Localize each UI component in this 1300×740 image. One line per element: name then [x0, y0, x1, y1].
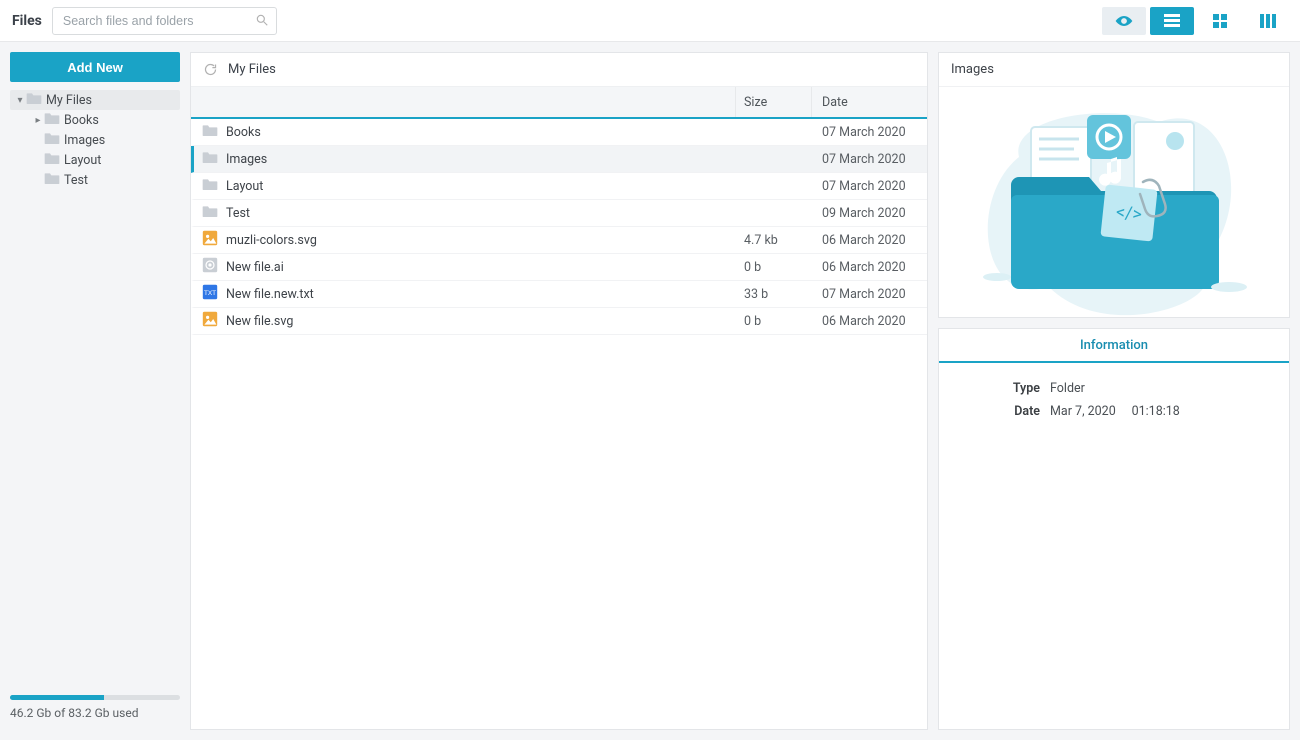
folder-icon: [44, 151, 64, 169]
folder-icon: [26, 91, 46, 109]
tree-item[interactable]: Test: [10, 170, 180, 190]
file-date: 07 March 2020: [812, 125, 927, 140]
table-row[interactable]: Test 09 March 2020: [191, 200, 927, 227]
folder-icon: [44, 171, 64, 189]
preview-title: Images: [939, 53, 1289, 87]
file-name: Books: [226, 125, 261, 140]
info-card: Information TypeFolderDateMar 7, 2020 01…: [938, 328, 1290, 730]
list-view-button[interactable]: [1150, 7, 1194, 35]
folder-icon: [202, 122, 226, 142]
folder-icon: [202, 203, 226, 223]
columns-icon: [1260, 14, 1276, 28]
file-icon: [202, 257, 226, 277]
folder-tree: ▾ My Files▸ Books Images Layout Test: [10, 90, 180, 695]
info-key: Date: [955, 404, 1050, 419]
folder-icon: [202, 149, 226, 169]
folder-illustration: </>: [979, 87, 1249, 317]
file-icon: TXT: [202, 284, 226, 304]
breadcrumb: My Files: [191, 53, 927, 87]
view-switcher: [1102, 7, 1290, 35]
file-date: 07 March 2020: [812, 287, 927, 302]
file-date: 07 March 2020: [812, 179, 927, 194]
file-name: New file.svg: [226, 314, 293, 329]
info-tab[interactable]: Information: [939, 329, 1289, 363]
table-row[interactable]: New file.svg 0 b06 March 2020: [191, 308, 927, 335]
info-value: Mar 7, 2020 01:18:18: [1050, 404, 1180, 419]
file-list-pane: My Files Size Date Books07 March 2020Ima…: [190, 52, 928, 730]
table-row[interactable]: TXT New file.new.txt 33 b07 March 2020: [191, 281, 927, 308]
preview-body: </>: [939, 87, 1289, 317]
column-header-name[interactable]: [191, 87, 736, 117]
search-field-wrap: [52, 7, 277, 35]
app-title: Files: [12, 13, 42, 29]
breadcrumb-text[interactable]: My Files: [228, 62, 276, 77]
file-name: Test: [226, 206, 250, 221]
file-date: 07 March 2020: [812, 152, 927, 167]
search-icon: [255, 13, 269, 27]
file-date: 06 March 2020: [812, 314, 927, 329]
tree-item-label: Test: [64, 173, 88, 188]
info-row: TypeFolder: [955, 381, 1273, 396]
table-row[interactable]: New file.ai 0 b06 March 2020: [191, 254, 927, 281]
file-size: 0 b: [736, 260, 812, 275]
table-row[interactable]: muzli-colors.svg 4.7 kb06 March 2020: [191, 227, 927, 254]
refresh-icon[interactable]: [203, 62, 218, 77]
column-header-date[interactable]: Date: [812, 87, 927, 117]
search-input[interactable]: [52, 7, 277, 35]
svg-text:TXT: TXT: [204, 290, 216, 297]
tree-item[interactable]: Images: [10, 130, 180, 150]
add-new-button[interactable]: Add New: [10, 52, 180, 82]
table-header: Size Date: [191, 87, 927, 119]
file-size: 4.7 kb: [736, 233, 812, 248]
grid-view-button[interactable]: [1198, 7, 1242, 35]
table-body: Books07 March 2020Images07 March 2020Lay…: [191, 119, 927, 335]
folder-icon: [44, 131, 64, 149]
toggle-preview-button[interactable]: [1102, 7, 1146, 35]
file-date: 09 March 2020: [812, 206, 927, 221]
details-pane: Images: [938, 52, 1290, 730]
file-name: Layout: [226, 179, 263, 194]
tree-item-label: My Files: [46, 93, 92, 108]
file-name: New file.new.txt: [226, 287, 314, 302]
info-row: DateMar 7, 2020 01:18:18: [955, 404, 1273, 419]
table-row[interactable]: Books 07 March 2020: [191, 119, 927, 146]
topbar: Files: [0, 0, 1300, 42]
tree-item[interactable]: Layout: [10, 150, 180, 170]
file-icon: [202, 311, 226, 331]
file-name: Images: [226, 152, 267, 167]
info-value: Folder: [1050, 381, 1085, 396]
file-size: 0 b: [736, 314, 812, 329]
file-name: muzli-colors.svg: [226, 233, 317, 248]
file-date: 06 March 2020: [812, 260, 927, 275]
list-icon: [1164, 14, 1180, 28]
sidebar: Add New ▾My Files▸BooksImagesLayoutTest …: [10, 52, 180, 730]
table-row[interactable]: Layout 07 March 2020: [191, 173, 927, 200]
column-header-size[interactable]: Size: [736, 87, 812, 117]
eye-icon: [1114, 15, 1134, 27]
tree-item[interactable]: ▾ My Files: [10, 90, 180, 110]
storage-indicator: 46.2 Gb of 83.2 Gb used: [10, 695, 180, 730]
file-size: 33 b: [736, 287, 812, 302]
tree-item-label: Images: [64, 133, 105, 148]
chevron-down-icon[interactable]: ▾: [14, 95, 26, 106]
columns-view-button[interactable]: [1246, 7, 1290, 35]
tree-item[interactable]: ▸ Books: [10, 110, 180, 130]
file-icon: [202, 230, 226, 250]
svg-text:</>: </>: [1115, 202, 1143, 226]
tree-item-label: Books: [64, 113, 99, 128]
chevron-right-icon[interactable]: ▸: [32, 115, 44, 126]
file-name: New file.ai: [226, 260, 284, 275]
info-body: TypeFolderDateMar 7, 2020 01:18:18: [939, 363, 1289, 445]
info-key: Type: [955, 381, 1050, 396]
file-date: 06 March 2020: [812, 233, 927, 248]
tree-item-label: Layout: [64, 153, 101, 168]
storage-text: 46.2 Gb of 83.2 Gb used: [10, 706, 180, 720]
folder-icon: [202, 176, 226, 196]
table-row[interactable]: Images 07 March 2020: [191, 146, 927, 173]
folder-icon: [44, 111, 64, 129]
preview-card: Images: [938, 52, 1290, 318]
grid-icon: [1213, 14, 1227, 28]
